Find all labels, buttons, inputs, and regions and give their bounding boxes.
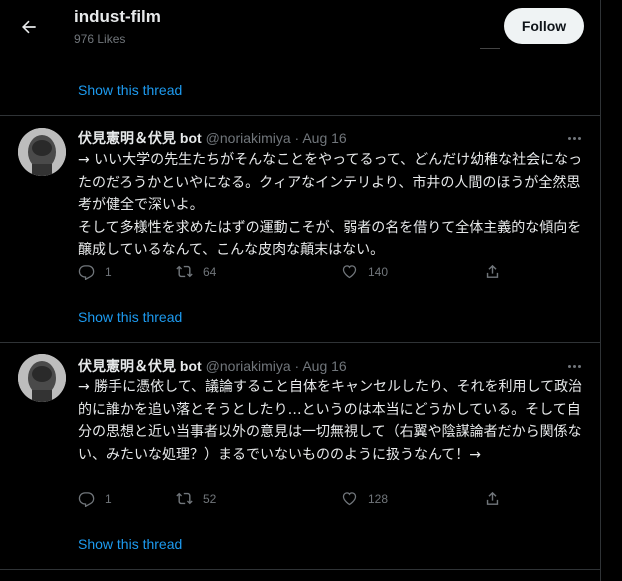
reply-icon [78, 492, 95, 507]
divider [0, 342, 600, 343]
share-icon [486, 264, 499, 278]
column-border [600, 0, 601, 581]
reply-count: 1 [105, 491, 112, 506]
reply-count: 1 [105, 264, 112, 279]
like-button[interactable]: 128 [341, 490, 388, 507]
tweet-actions: 1 64 140 [78, 263, 518, 283]
like-icon [342, 265, 357, 279]
share-button[interactable] [484, 263, 511, 280]
avatar[interactable] [18, 128, 66, 176]
author-handle-date[interactable]: @noriakimiya · Aug 16 [206, 130, 347, 146]
like-count: 128 [368, 491, 389, 506]
tweet-text: → 勝手に憑依して、議論すること自体をキャンセルしたり、それを利用して政治的に誰… [78, 379, 583, 463]
author-name[interactable]: 伏見憲明＆伏見 bot [78, 358, 202, 374]
show-thread-link[interactable]: Show this thread [78, 309, 182, 325]
retweet-count: 64 [203, 264, 217, 279]
back-button[interactable] [12, 10, 46, 44]
more-icon [567, 364, 571, 368]
follow-button[interactable]: Follow [504, 8, 584, 44]
more-icon [567, 136, 571, 140]
avatar[interactable] [18, 354, 66, 402]
more-button[interactable] [562, 358, 586, 374]
like-icon [342, 492, 357, 506]
retweet-icon [176, 265, 193, 278]
show-thread-link[interactable]: Show this thread [78, 82, 182, 98]
reply-button[interactable]: 1 [78, 490, 112, 507]
divider [480, 48, 500, 49]
reply-button[interactable]: 1 [78, 263, 112, 280]
show-thread-link[interactable]: Show this thread [78, 536, 182, 552]
more-button[interactable] [562, 130, 586, 146]
share-button[interactable] [484, 490, 511, 507]
like-count: 140 [368, 264, 389, 279]
tweet-author: 伏見憲明＆伏見 bot @noriakimiya · Aug 16 [78, 128, 347, 148]
retweet-button[interactable]: 64 [176, 263, 216, 280]
profile-header: indust-film 976 Likes Follow [0, 0, 600, 54]
back-arrow-icon [22, 20, 36, 34]
share-icon [486, 491, 499, 505]
retweet-count: 52 [203, 491, 217, 506]
profile-name: indust-film [74, 7, 161, 26]
divider [0, 569, 600, 570]
tweet-actions: 1 52 128 [78, 490, 518, 510]
author-name[interactable]: 伏見憲明＆伏見 bot [78, 130, 202, 146]
like-button[interactable]: 140 [341, 263, 388, 280]
author-handle-date[interactable]: @noriakimiya · Aug 16 [206, 358, 347, 374]
likes-count: 976 Likes [74, 32, 126, 46]
tweet-author: 伏見憲明＆伏見 bot @noriakimiya · Aug 16 [78, 356, 347, 376]
reply-icon [78, 265, 95, 280]
retweet-icon [176, 492, 193, 505]
tweet-text: → いい大学の先生たちがそんなことをやってるって、どんだけ幼稚な社会になったのだ… [78, 152, 583, 258]
retweet-button[interactable]: 52 [176, 490, 216, 507]
